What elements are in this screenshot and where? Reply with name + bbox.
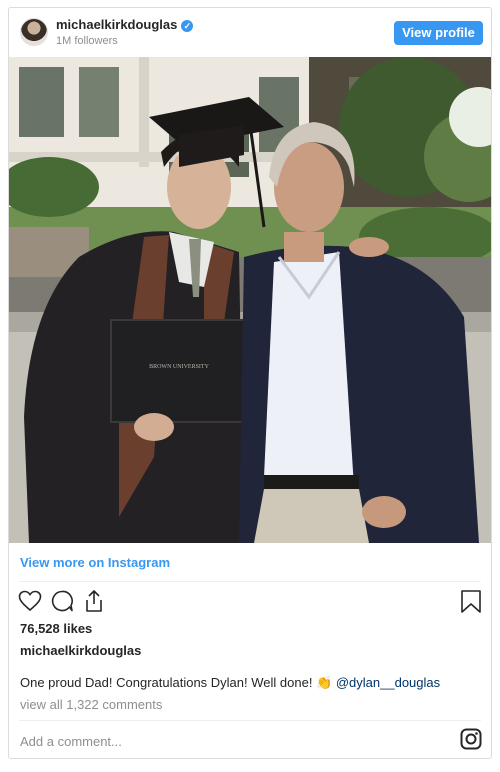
share-icon[interactable] <box>82 589 108 615</box>
avatar[interactable] <box>20 18 48 46</box>
caption-mention[interactable]: @dylan__douglas <box>336 675 440 690</box>
caption-text: One proud Dad! Congratulations Dylan! We… <box>20 675 333 690</box>
caption: One proud Dad! Congratulations Dylan! We… <box>20 675 440 691</box>
add-comment-input[interactable]: Add a comment... <box>20 734 122 749</box>
bookmark-icon[interactable] <box>460 589 482 615</box>
view-all-comments-link[interactable]: view all 1,322 comments <box>20 697 162 712</box>
view-profile-button[interactable]: View profile <box>394 21 483 45</box>
diploma-text: BROWN UNIVERSITY <box>149 364 209 370</box>
instagram-icon[interactable] <box>460 728 482 750</box>
view-more-link[interactable]: View more on Instagram <box>20 555 170 570</box>
heart-icon[interactable] <box>18 589 44 615</box>
instagram-embed-card: michaelkirkdouglas ✓ 1M followers View pr… <box>8 7 492 759</box>
post-header: michaelkirkdouglas ✓ 1M followers View pr… <box>9 8 491 57</box>
photo-graduation: BROWN UNIVERSITY <box>9 57 491 543</box>
verified-icon: ✓ <box>181 20 194 32</box>
divider <box>19 720 481 721</box>
like-count[interactable]: 76,528 likes <box>20 621 92 636</box>
divider <box>19 581 481 582</box>
post-photo[interactable]: BROWN UNIVERSITY <box>9 57 491 543</box>
username-row[interactable]: michaelkirkdouglas ✓ <box>56 17 194 32</box>
username[interactable]: michaelkirkdouglas <box>56 17 177 32</box>
post-owner[interactable]: michaelkirkdouglas <box>20 643 141 658</box>
comment-icon[interactable] <box>50 589 76 615</box>
follower-count: 1M followers <box>56 35 118 47</box>
